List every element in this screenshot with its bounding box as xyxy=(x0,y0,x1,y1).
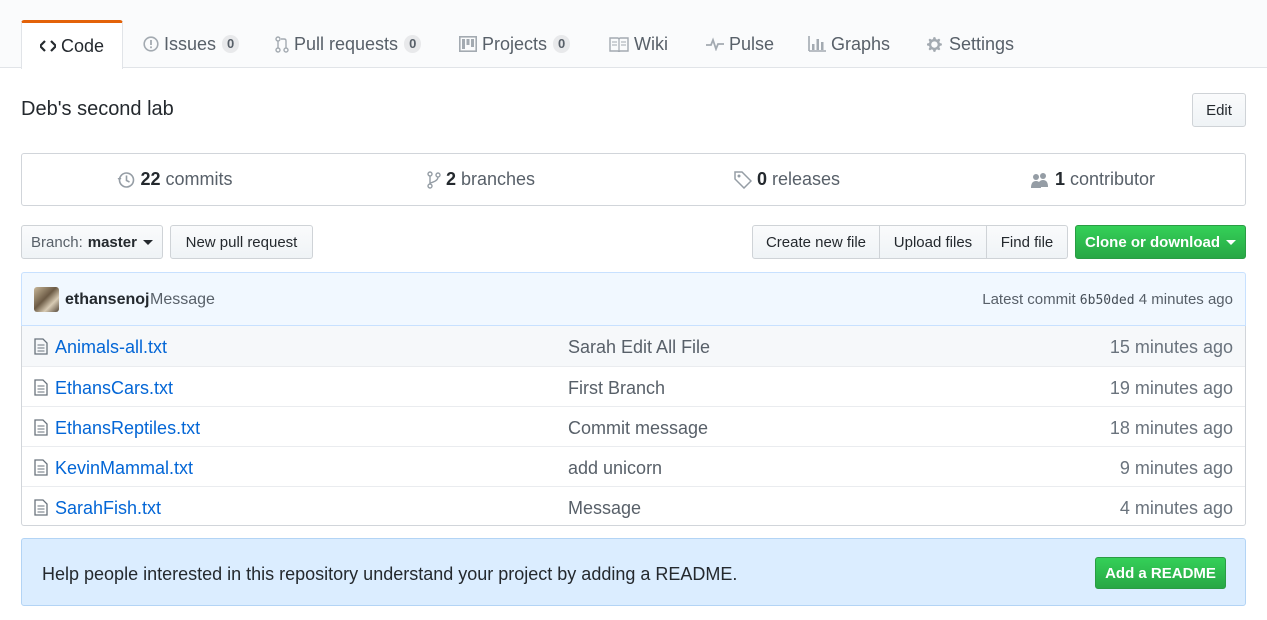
clone-or-download-button[interactable]: Clone or download xyxy=(1075,225,1246,259)
branches-summary[interactable]: 2 branches xyxy=(328,154,634,205)
table-row[interactable]: SarahFish.txt Message 4 minutes ago xyxy=(22,486,1245,526)
latest-commit-info: Latest commit 6b50ded 4 minutes ago xyxy=(982,291,1233,308)
file-age: 9 minutes ago xyxy=(1119,458,1233,478)
tag-icon xyxy=(734,170,752,189)
file-commit-message-link[interactable]: Commit message xyxy=(568,418,708,439)
find-file-button[interactable]: Find file xyxy=(986,225,1068,259)
table-row[interactable]: KevinMammal.txt add unicorn 9 minutes ag… xyxy=(22,446,1245,486)
branches-count: 2 xyxy=(445,169,456,189)
tab-settings-label: Settings xyxy=(949,33,1015,54)
releases-count: 0 xyxy=(756,169,767,189)
tab-issues[interactable]: Issues 0 xyxy=(143,20,240,68)
tab-projects-label: Projects xyxy=(482,33,548,54)
commit-sha-link[interactable]: 6b50ded xyxy=(1080,293,1135,308)
new-pull-request-button[interactable]: New pull request xyxy=(170,225,313,259)
commits-summary[interactable]: 22 commits xyxy=(22,154,328,205)
tab-issues-label: Issues xyxy=(164,33,217,54)
file-age: 15 minutes ago xyxy=(1109,337,1233,357)
tab-settings[interactable]: Settings xyxy=(927,20,1014,68)
file-commit-message-link[interactable]: Sarah Edit All File xyxy=(568,337,710,358)
book-icon xyxy=(609,36,629,52)
chevron-down-icon xyxy=(142,239,153,245)
readme-prompt-text: Help people interested in this repositor… xyxy=(42,564,738,584)
numbers-summary: 22 commits 2 branches 0 releases 1 contr… xyxy=(21,153,1246,206)
file-text-icon xyxy=(34,419,48,436)
people-icon xyxy=(1030,172,1050,188)
table-row[interactable]: EthansReptiles.txt Commit message 18 min… xyxy=(22,406,1245,446)
file-list: Animals-all.txt Sarah Edit All File 15 m… xyxy=(21,326,1246,526)
latest-commit-bar: ethansenoj Message Latest commit 6b50ded… xyxy=(21,272,1246,326)
repo-nav: Code Issues 0 Pull requests 0 Projects 0… xyxy=(0,0,1267,69)
tab-wiki[interactable]: Wiki xyxy=(609,20,668,68)
file-actions-group: Create new file Upload files Find file xyxy=(752,225,1068,259)
tab-code[interactable]: Code xyxy=(21,20,123,69)
upload-files-button[interactable]: Upload files xyxy=(879,225,987,259)
issues-count-badge: 0 xyxy=(222,35,240,53)
file-name-link[interactable]: KevinMammal.txt xyxy=(55,458,193,479)
create-new-file-button[interactable]: Create new file xyxy=(752,225,880,259)
file-text-icon xyxy=(34,379,48,396)
file-text-icon xyxy=(34,499,48,516)
latest-commit-age: 4 minutes ago xyxy=(1138,291,1233,308)
tab-pull-requests[interactable]: Pull requests 0 xyxy=(275,20,422,68)
file-commit-message-link[interactable]: Message xyxy=(568,498,641,519)
tab-graphs-label: Graphs xyxy=(831,33,891,54)
graph-icon xyxy=(808,36,826,52)
file-age: 4 minutes ago xyxy=(1119,498,1233,518)
file-commit-message-link[interactable]: First Branch xyxy=(568,378,665,399)
readme-prompt: Help people interested in this repositor… xyxy=(21,538,1246,606)
avatar[interactable] xyxy=(34,287,59,312)
file-name-link[interactable]: EthansCars.txt xyxy=(55,378,173,399)
tab-projects[interactable]: Projects 0 xyxy=(459,20,571,68)
edit-description-button[interactable]: Edit xyxy=(1192,93,1246,127)
pulse-icon xyxy=(706,37,724,51)
commit-author-link[interactable]: ethansenoj xyxy=(65,291,149,309)
releases-label: releases xyxy=(771,169,841,189)
history-icon xyxy=(117,171,135,189)
releases-summary[interactable]: 0 releases xyxy=(634,154,940,205)
project-icon xyxy=(459,36,477,52)
commits-label: commits xyxy=(165,169,233,189)
tab-pulse-label: Pulse xyxy=(729,33,775,54)
contributors-label: contributor xyxy=(1069,169,1156,189)
table-row[interactable]: Animals-all.txt Sarah Edit All File 15 m… xyxy=(22,326,1245,366)
branch-select-label: Branch: xyxy=(31,233,83,251)
tab-pull-requests-label: Pull requests xyxy=(294,33,399,54)
add-readme-button[interactable]: Add a README xyxy=(1095,557,1226,589)
file-commit-message-link[interactable]: add unicorn xyxy=(568,458,662,479)
branch-select-button[interactable]: Branch: master xyxy=(21,225,163,259)
gear-icon xyxy=(927,36,944,53)
clone-or-download-label: Clone or download xyxy=(1085,233,1220,251)
branches-label: branches xyxy=(460,169,536,189)
repo-description: Deb's second lab xyxy=(21,98,174,120)
issue-opened-icon xyxy=(143,36,159,52)
tab-wiki-label: Wiki xyxy=(634,33,668,54)
git-pull-request-icon xyxy=(275,35,289,53)
commit-message-link[interactable]: Message xyxy=(150,291,215,309)
file-text-icon xyxy=(34,338,48,355)
file-name-link[interactable]: Animals-all.txt xyxy=(55,337,167,358)
latest-commit-prefix: Latest commit xyxy=(982,291,1076,308)
table-row[interactable]: EthansCars.txt First Branch 19 minutes a… xyxy=(22,366,1245,406)
tab-graphs[interactable]: Graphs xyxy=(808,20,890,68)
pulls-count-badge: 0 xyxy=(404,35,422,53)
file-name-link[interactable]: EthansReptiles.txt xyxy=(55,418,200,439)
code-icon xyxy=(39,39,56,53)
commits-count: 22 xyxy=(140,169,161,189)
tab-code-label: Code xyxy=(60,35,105,56)
branch-select-value: master xyxy=(87,233,137,251)
file-text-icon xyxy=(34,459,48,476)
contributors-summary[interactable]: 1 contributor xyxy=(940,154,1245,205)
git-branch-icon xyxy=(427,170,441,189)
chevron-down-icon xyxy=(1226,239,1236,245)
tab-pulse[interactable]: Pulse xyxy=(706,20,774,68)
file-age: 19 minutes ago xyxy=(1109,378,1233,398)
contributors-count: 1 xyxy=(1054,169,1065,189)
file-name-link[interactable]: SarahFish.txt xyxy=(55,498,161,519)
projects-count-badge: 0 xyxy=(553,35,571,53)
file-age: 18 minutes ago xyxy=(1109,418,1233,438)
